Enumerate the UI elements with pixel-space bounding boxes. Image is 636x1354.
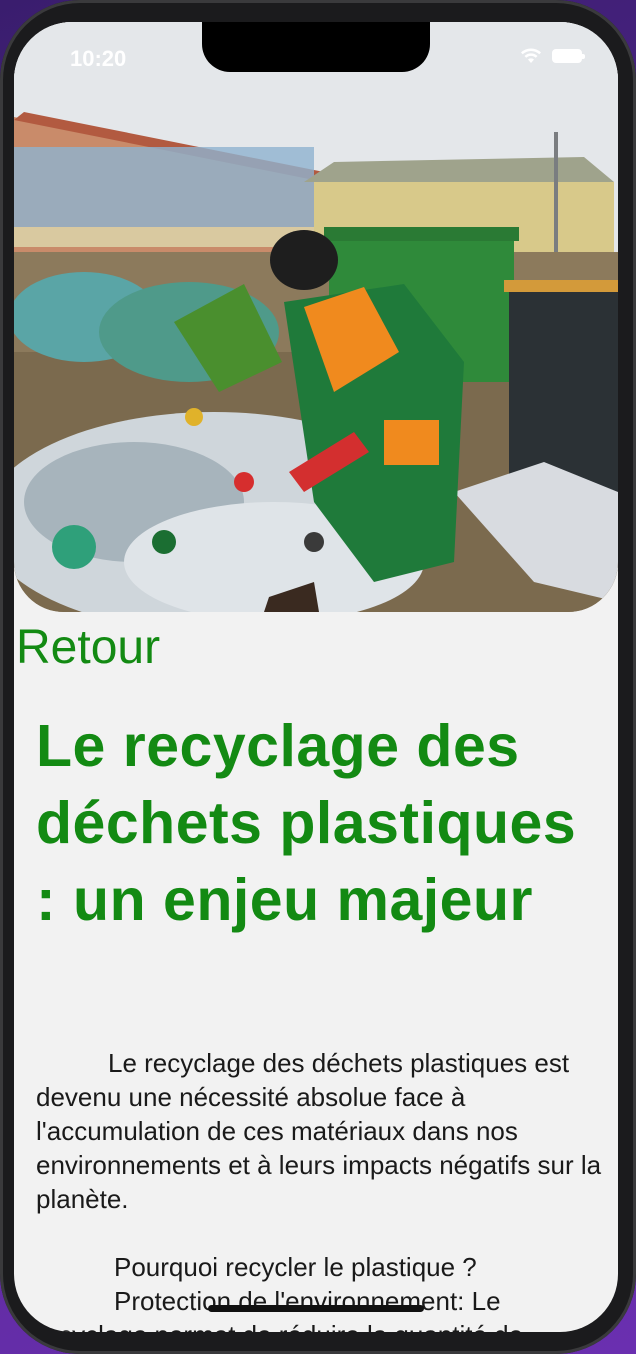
status-icons (520, 48, 585, 64)
article-question: Pourquoi recycler le plastique ? (114, 1252, 477, 1282)
app-screen: 10:20 Retour Le recyclage des déchets pl… (14, 22, 618, 1332)
device-notch (202, 22, 430, 72)
home-indicator[interactable] (208, 1305, 424, 1312)
back-link[interactable]: Retour (16, 618, 160, 678)
wifi-icon (521, 48, 541, 63)
article-body: Le recyclage des déchets plastiques est … (36, 1046, 604, 1332)
hero-illustration (14, 22, 618, 612)
phone-frame: 10:20 Retour Le recyclage des déchets pl… (0, 0, 636, 1354)
article-title: Le recyclage des déchets plastiques : un… (36, 713, 577, 933)
status-time: 10:20 (70, 46, 127, 71)
hero-image (14, 22, 618, 612)
article-intro: Le recyclage des déchets plastiques est … (36, 1048, 602, 1214)
battery-icon (552, 49, 585, 63)
